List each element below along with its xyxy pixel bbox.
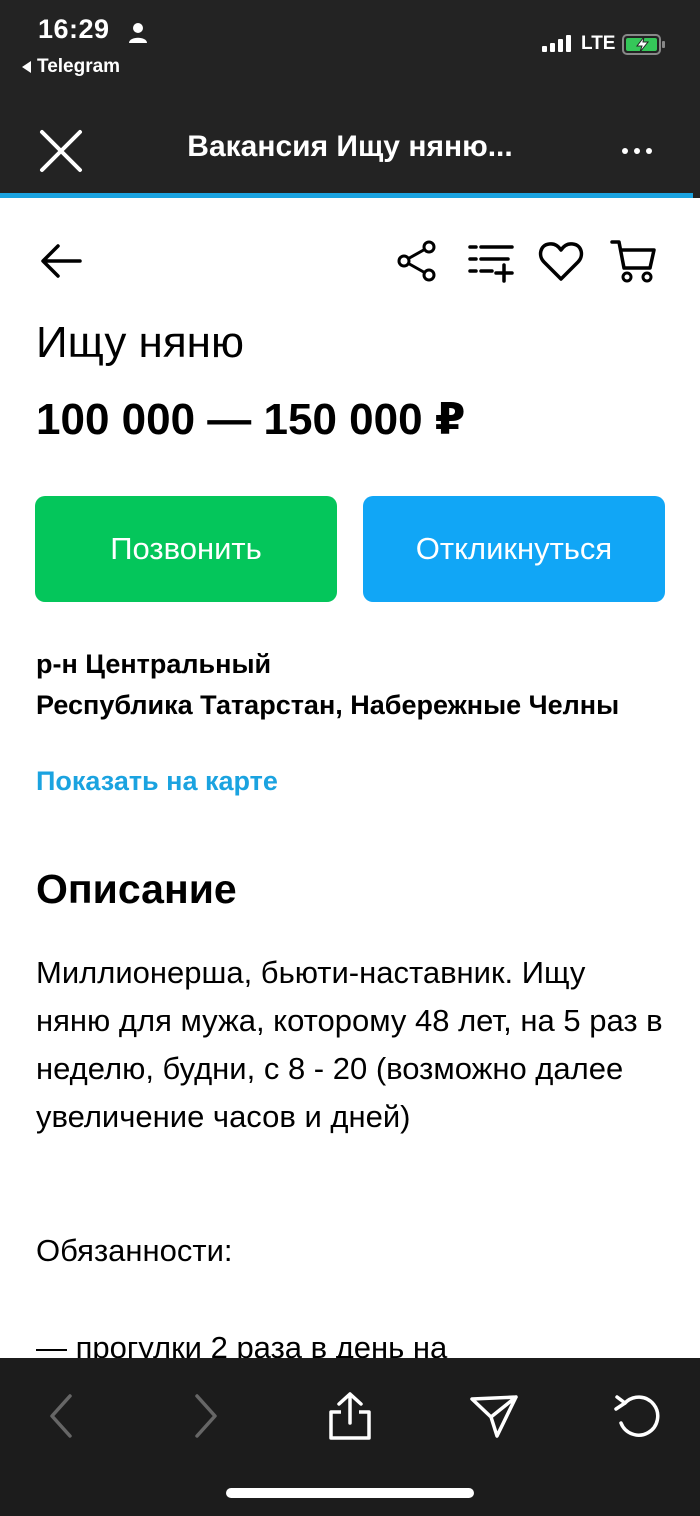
forward-nav-button[interactable] bbox=[178, 1388, 234, 1444]
list-add-icon bbox=[468, 245, 514, 283]
more-dot bbox=[622, 148, 628, 154]
description-text: Миллионерша, бьюти-наставник. Ищу няню д… bbox=[36, 955, 663, 1134]
address-block: р-н Центральный Республика Татарстан, На… bbox=[36, 644, 656, 726]
close-button[interactable] bbox=[36, 126, 86, 176]
back-app-label: Telegram bbox=[37, 56, 121, 77]
duty-item-text: — прогулки 2 раза в день на bbox=[36, 1330, 448, 1360]
favorite-button[interactable] bbox=[536, 236, 586, 286]
add-to-list-button[interactable] bbox=[466, 236, 516, 286]
network-label: LTE bbox=[581, 33, 616, 54]
share-upload-icon bbox=[329, 1392, 371, 1440]
description-heading: Описание bbox=[36, 866, 237, 912]
status-time: 16:29 bbox=[38, 14, 110, 44]
battery-icon bbox=[622, 34, 665, 55]
duty-item: — прогулки 2 раза в день на bbox=[36, 1330, 666, 1360]
chevron-left-icon bbox=[50, 1394, 72, 1438]
share-sheet-button[interactable] bbox=[322, 1388, 378, 1444]
more-button[interactable] bbox=[612, 134, 662, 168]
share-button[interactable] bbox=[392, 236, 442, 286]
show-on-map-link[interactable]: Показать на карте bbox=[36, 766, 278, 797]
close-icon bbox=[40, 130, 82, 172]
send-button[interactable] bbox=[466, 1388, 522, 1444]
share-icon bbox=[397, 240, 436, 282]
browser-toolbar bbox=[0, 1358, 700, 1516]
back-nav-button[interactable] bbox=[33, 1388, 89, 1444]
duties-label: Обязанности: bbox=[36, 1233, 233, 1268]
arrow-left-icon[interactable] bbox=[38, 240, 84, 282]
call-button[interactable]: Позвонить bbox=[35, 496, 337, 602]
reload-icon bbox=[614, 1395, 660, 1437]
address-line: Республика Татарстан, Набережные Челны bbox=[36, 690, 620, 720]
cart-button[interactable] bbox=[608, 236, 658, 286]
person-icon bbox=[129, 23, 147, 43]
cart-icon bbox=[610, 240, 656, 283]
home-indicator[interactable] bbox=[226, 1488, 474, 1498]
reload-button[interactable] bbox=[610, 1388, 666, 1444]
salary: 100 000 — 150 000 ₽ bbox=[36, 395, 466, 444]
chevron-right-icon bbox=[195, 1394, 217, 1438]
send-icon bbox=[470, 1395, 518, 1438]
load-progress bbox=[0, 193, 700, 198]
back-to-app-link[interactable]: Telegram bbox=[22, 56, 120, 78]
more-dot bbox=[646, 148, 652, 154]
more-dot bbox=[634, 148, 640, 154]
signal-icon bbox=[542, 34, 571, 52]
job-title: Ищу няню bbox=[36, 318, 244, 367]
back-triangle-icon bbox=[22, 61, 31, 73]
browser-header: 16:29 Telegram LTE Вакансия Ищу няню... bbox=[0, 0, 700, 198]
page-title: Вакансия Ищу няню... bbox=[187, 130, 513, 163]
apply-button[interactable]: Откликнуться bbox=[363, 496, 665, 602]
heart-icon bbox=[538, 242, 584, 281]
listing-actions bbox=[392, 236, 662, 286]
district: р-н Центральный bbox=[36, 649, 272, 679]
load-progress-fill bbox=[0, 193, 693, 198]
